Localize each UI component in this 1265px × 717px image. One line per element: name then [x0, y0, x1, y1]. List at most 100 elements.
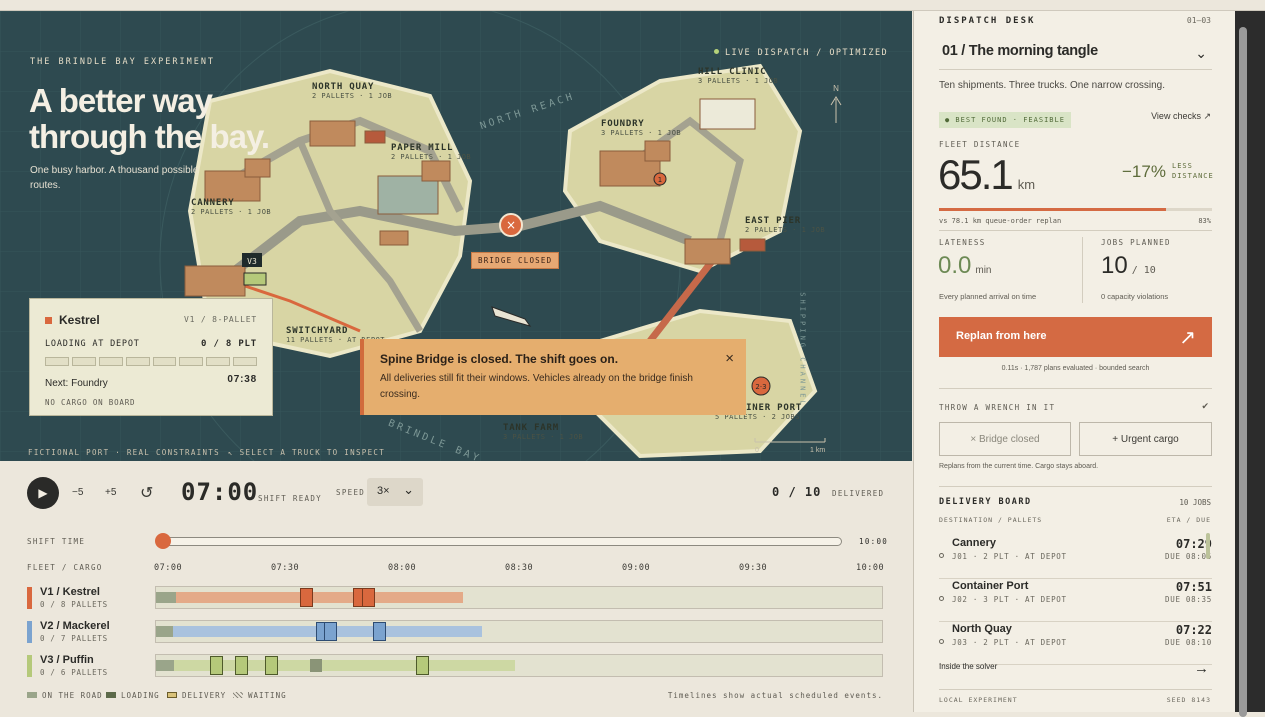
- playback-controls: ▶ −5 +5 ↺ 07:00 SHIFT READY SPEED 3× ⌄ 0 …: [0, 461, 912, 712]
- route-bar: [176, 592, 463, 603]
- fleet-color-swatch: [27, 621, 32, 643]
- fleet-cargo: 0 / 8 PALLETS: [40, 600, 108, 609]
- divider: [939, 388, 1212, 389]
- vehicle-load: 0 / 8 PLT: [201, 339, 257, 349]
- delivery-block[interactable]: [362, 588, 375, 607]
- place-tank-farm[interactable]: TANK FARM 3 PALLETS · 1 JOB: [503, 423, 583, 441]
- window-scrollbar[interactable]: [1235, 11, 1265, 717]
- place-hill-clinic[interactable]: HILL CLINIC 3 PALLETS · 1 JOB: [698, 67, 778, 85]
- chevron-down-icon[interactable]: ⌄: [1195, 45, 1207, 62]
- reset-icon[interactable]: ↺: [140, 483, 153, 503]
- legend-note: Timelines show actual scheduled events.: [667, 691, 883, 700]
- loading-block: [156, 626, 173, 637]
- delivery-block[interactable]: [210, 656, 223, 675]
- delivery-block[interactable]: [265, 656, 278, 675]
- live-dot-icon: [714, 49, 719, 54]
- divider: [939, 689, 1212, 690]
- solver-stats: 0.11s · 1,787 plans evaluated · bounded …: [1001, 365, 1150, 372]
- delivery-block[interactable]: [300, 588, 313, 607]
- scrollbar-thumb[interactable]: [1239, 27, 1247, 717]
- timeline-track-v1[interactable]: [155, 586, 883, 609]
- board-scrollbar[interactable]: [1206, 533, 1210, 559]
- wrench-label: THROW A WRENCH IN IT: [939, 403, 1056, 412]
- replan-button[interactable]: Replan from here ↗: [939, 317, 1212, 357]
- list-item[interactable]: Cannery J01 · 2 PLT · AT DEPOT 07:29 DUE 08…: [939, 537, 1212, 579]
- wrench-note: Replans from the current time. Cargo sta…: [939, 463, 1099, 470]
- fleet-name: V1 / Kestrel: [40, 586, 100, 598]
- scenario-range: 01—03: [1186, 16, 1211, 25]
- status-dot-icon: [939, 553, 944, 558]
- distance-compare-pct: 83%: [1198, 217, 1211, 225]
- hero-title: A better way through the bay.: [29, 82, 270, 155]
- delivery-block[interactable]: [235, 656, 248, 675]
- timeline-track-v2[interactable]: [155, 620, 883, 643]
- view-checks-link[interactable]: View checks ↗: [1151, 111, 1211, 122]
- forward-button[interactable]: +5: [105, 487, 116, 498]
- dispatch-status: LIVE DISPATCH / OPTIMIZED: [714, 48, 888, 58]
- divider: [939, 69, 1212, 70]
- board-title: DELIVERY BOARD: [939, 497, 1032, 507]
- north-letter: N: [833, 84, 839, 93]
- fleet-cargo: 0 / 7 PALLETS: [40, 634, 108, 643]
- alert-body: All deliveries still fit their windows. …: [380, 373, 693, 400]
- vehicle-load-segments: [45, 357, 257, 366]
- fleet-label: FLEET / CARGO: [27, 563, 103, 572]
- truck-v3[interactable]: [243, 272, 267, 286]
- place-paper-mill[interactable]: PAPER MILL 2 PALLETS · 1 JOB: [391, 143, 471, 161]
- tick-label: 08:00: [388, 563, 417, 573]
- board-col-left: DESTINATION / PALLETS: [939, 516, 1043, 524]
- urgent-cargo-button[interactable]: + Urgent cargo: [1079, 422, 1212, 456]
- local-experiment: LOCAL EXPERIMENT: [939, 696, 1018, 704]
- legend-road: ON THE ROAD: [27, 691, 103, 700]
- tick-label: 07:00: [154, 563, 183, 573]
- list-item[interactable]: Container Port J02 · 3 PLT · AT DEPOT 07:5…: [939, 580, 1212, 622]
- divider-vertical: [1082, 237, 1083, 303]
- list-item[interactable]: North Quay J03 · 2 PLT · AT DEPOT 07:22 DUE…: [939, 623, 1212, 665]
- distance-value: 65.1 km: [938, 151, 1036, 198]
- tick-label: 09:00: [622, 563, 651, 573]
- close-icon[interactable]: ×: [725, 350, 734, 367]
- job-marker-1-label: 1: [658, 176, 662, 184]
- shift-scrubber[interactable]: [156, 537, 842, 546]
- bridge-closed-button[interactable]: × Bridge closed: [939, 422, 1071, 456]
- timeline-track-v3[interactable]: [155, 654, 883, 677]
- inside-solver-link[interactable]: Inside the solver: [939, 662, 997, 671]
- place-foundry[interactable]: FOUNDRY 3 PALLETS · 1 JOB: [601, 119, 681, 137]
- loading-block: [156, 592, 176, 603]
- fleet-cargo: 0 / 6 PALLETS: [40, 668, 108, 677]
- browser-top-strip: [0, 0, 1265, 11]
- divider: [939, 486, 1212, 487]
- delivery-block[interactable]: [324, 622, 337, 641]
- place-east-pier[interactable]: EAST PIER 2 PALLETS · 1 JOB: [745, 216, 825, 234]
- arrow-up-right-icon: ↗: [1179, 327, 1196, 349]
- scrubber-handle[interactable]: [155, 533, 171, 549]
- map-footer-right: ↖ SELECT A TRUCK TO INSPECT: [228, 448, 386, 457]
- delivery-block[interactable]: [416, 656, 429, 675]
- truck-v3-tag: V3: [247, 257, 257, 266]
- vehicle-card[interactable]: Kestrel V1 / 8-PALLET LOADING AT DEPOT 0…: [29, 298, 273, 416]
- speed-select[interactable]: 3× ⌄: [367, 478, 423, 506]
- divider: [939, 230, 1212, 231]
- status-dot-icon: [939, 596, 944, 601]
- distance-label: FLEET DISTANCE: [939, 140, 1021, 149]
- delta-label: LESS DISTANCE: [1172, 162, 1214, 180]
- board-count: 10 JOBS: [1179, 498, 1211, 507]
- place-cannery[interactable]: CANNERY 2 PALLETS · 1 JOB: [191, 198, 271, 216]
- place-north-quay[interactable]: NORTH QUAY 2 PALLETS · 1 JOB: [312, 82, 392, 100]
- route-bar: [174, 660, 515, 671]
- vehicle-cargo: NO CARGO ON BOARD: [45, 398, 136, 407]
- distance-bar-fill: [939, 208, 1166, 211]
- play-button[interactable]: ▶: [27, 477, 59, 509]
- scenario-select[interactable]: 01 / The morning tangle: [942, 43, 1098, 59]
- rewind-button[interactable]: −5: [72, 487, 83, 498]
- tick-label: 09:30: [739, 563, 768, 573]
- arrow-right-icon[interactable]: →: [1194, 660, 1209, 677]
- map-footer-left: FICTIONAL PORT · REAL CONSTRAINTS: [28, 448, 220, 457]
- water-shipping-channel: SHIPPING CHANNEL: [798, 292, 807, 408]
- fleet-name: V3 / Puffin: [40, 654, 94, 666]
- board-col-right: ETA / DUE: [1166, 516, 1211, 524]
- shift-clock: 07:00: [181, 478, 259, 506]
- bridge-closed-label: BRIDGE CLOSED: [471, 252, 560, 269]
- shift-time-label: SHIFT TIME: [27, 537, 86, 546]
- delivery-block[interactable]: [373, 622, 386, 641]
